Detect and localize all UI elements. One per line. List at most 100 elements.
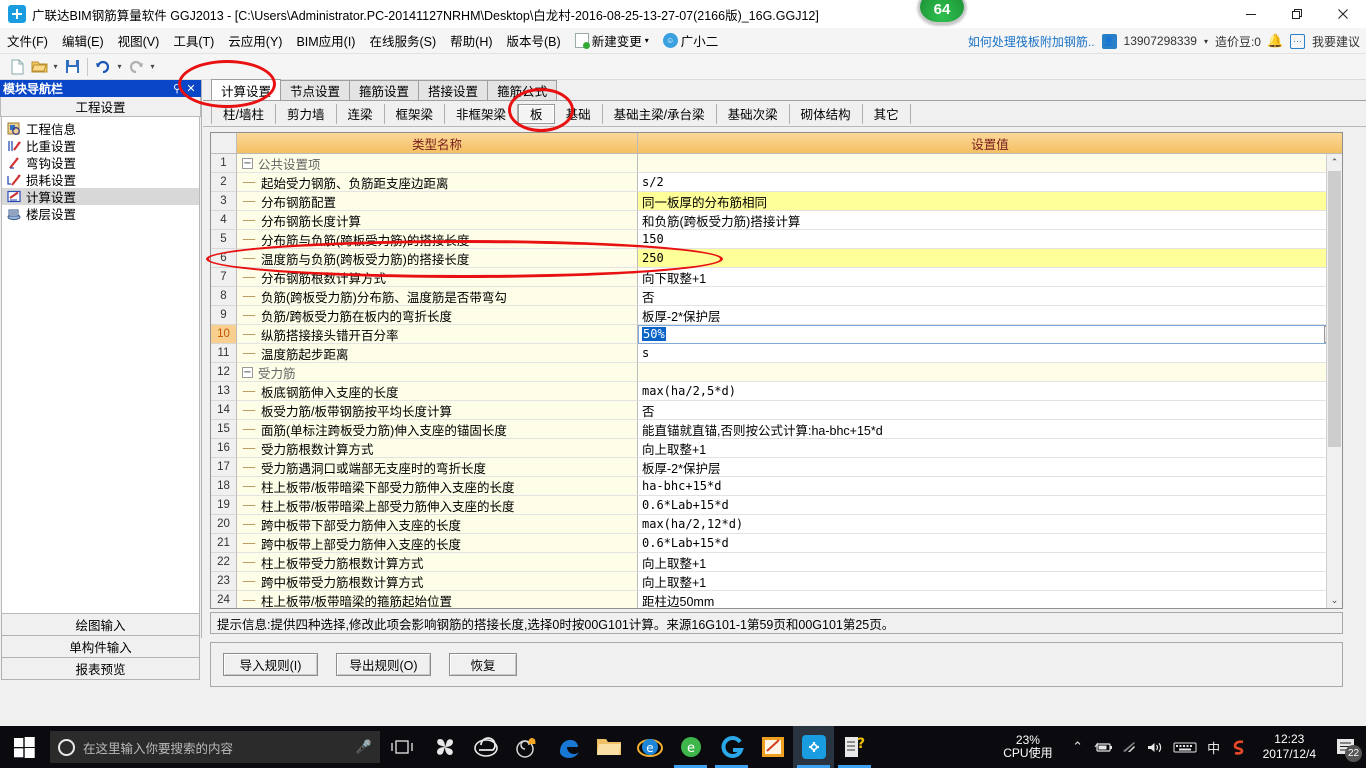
- restore-button[interactable]: 恢复: [449, 653, 517, 676]
- microphone-icon[interactable]: 🎤: [356, 739, 372, 755]
- row-value-cell[interactable]: 和负筋(跨板受力筋)搭接计算: [638, 211, 1342, 230]
- table-row[interactable]: 17 — 受力筋遇洞口或端部无支座时的弯折长度 板厚-2*保护层: [211, 458, 1342, 477]
- import-rules-button[interactable]: 导入规则(I): [223, 653, 318, 676]
- row-type-name-cell[interactable]: — 分布钢筋根数计算方式: [237, 268, 638, 287]
- notification-center-button[interactable]: 22: [1326, 726, 1366, 768]
- row-type-name-cell[interactable]: — 分布钢筋配置: [237, 192, 638, 211]
- scrollbar-thumb[interactable]: [1328, 171, 1341, 447]
- row-value-cell[interactable]: 否: [638, 401, 1342, 420]
- scroll-down-icon[interactable]: ⌄: [1327, 592, 1342, 608]
- save-icon[interactable]: [61, 56, 83, 78]
- table-row[interactable]: 12− 受力筋: [211, 363, 1342, 382]
- scroll-up-icon[interactable]: ⌃: [1327, 154, 1342, 170]
- row-type-name-cell[interactable]: — 跨中板带上部受力筋伸入支座的长度: [237, 534, 638, 553]
- sidebar-item-floor-settings[interactable]: 楼层设置: [2, 205, 199, 222]
- taskbar-app-help-doc-icon[interactable]: ?: [834, 726, 875, 768]
- table-row[interactable]: 22 — 柱上板带受力筋根数计算方式 向上取整+1: [211, 553, 1342, 572]
- row-type-name-cell[interactable]: − 受力筋: [237, 363, 638, 382]
- suggestion-bubble-icon[interactable]: ···: [1289, 33, 1305, 49]
- row-value-cell[interactable]: 板厚-2*保护层: [638, 458, 1342, 477]
- row-value-cell[interactable]: 向上取整+1: [638, 572, 1342, 591]
- row-type-name-cell[interactable]: − 公共设置项: [237, 154, 638, 173]
- menu-item-edit[interactable]: 编辑(E): [55, 28, 111, 53]
- row-type-name-cell[interactable]: — 跨中板带下部受力筋伸入支座的长度: [237, 515, 638, 534]
- row-value-editor[interactable]: 50%⌄: [638, 325, 1342, 344]
- row-value-cell[interactable]: 否: [638, 287, 1342, 306]
- table-row[interactable]: 4 — 分布钢筋长度计算 和负筋(跨板受力筋)搭接计算: [211, 211, 1342, 230]
- account-chevron-down-icon[interactable]: ▾: [1204, 37, 1208, 46]
- export-rules-button[interactable]: 导出规则(O): [336, 653, 431, 676]
- bell-icon[interactable]: 🔔: [1267, 33, 1283, 49]
- table-row[interactable]: 13 — 板底钢筋伸入支座的长度 max(ha/2,5*d): [211, 382, 1342, 401]
- row-type-name-cell[interactable]: — 柱上板带/板带暗梁下部受力筋伸入支座的长度: [237, 477, 638, 496]
- row-type-name-cell[interactable]: — 板底钢筋伸入支座的长度: [237, 382, 638, 401]
- table-row[interactable]: 2 — 起始受力钢筋、负筋距支座边距离 s/2: [211, 173, 1342, 192]
- table-row[interactable]: 1− 公共设置项: [211, 154, 1342, 173]
- table-row[interactable]: 11 — 温度筋起步距离 s: [211, 344, 1342, 363]
- row-value-cell[interactable]: ha-bhc+15*d: [638, 477, 1342, 496]
- table-row[interactable]: 14 — 板受力筋/板带钢筋按平均长度计算 否: [211, 401, 1342, 420]
- tree-collapse-icon[interactable]: −: [242, 157, 253, 169]
- row-type-name-cell[interactable]: — 柱上板带受力筋根数计算方式: [237, 553, 638, 572]
- taskbar-app-360-browser-icon[interactable]: e: [670, 726, 711, 768]
- row-value-cell[interactable]: 150: [638, 230, 1342, 249]
- sidebar-item-loss-settings[interactable]: 损耗设置: [2, 171, 199, 188]
- row-type-name-cell[interactable]: — 分布筋与负筋(跨板受力筋)的搭接长度: [237, 230, 638, 249]
- sidebar-item-calc-settings[interactable]: 计算设置: [2, 188, 199, 205]
- tab-foundation-main-beam[interactable]: 基础主梁/承台梁: [603, 103, 717, 124]
- assistant-button[interactable]: ☺ 广小二: [656, 28, 726, 53]
- clock[interactable]: 12:23 2017/12/4: [1253, 732, 1326, 762]
- tab-stirrup-settings[interactable]: 箍筋设置: [349, 80, 420, 100]
- ime-mode-indicator[interactable]: 中: [1201, 726, 1227, 768]
- sidebar-item-weight-settings[interactable]: 比重设置: [2, 137, 199, 154]
- table-row[interactable]: 19 — 柱上板带/板带暗梁上部受力筋伸入支座的长度 0.6*Lab+15*d: [211, 496, 1342, 515]
- table-row[interactable]: 24 — 柱上板带/板带暗梁的箍筋起始位置 距柱边50mm: [211, 591, 1342, 608]
- open-chevron-down-icon[interactable]: ▾: [50, 62, 61, 71]
- search-input[interactable]: 在这里输入你要搜索的内容 🎤: [50, 731, 380, 763]
- taskbar-app-explorer-icon[interactable]: [588, 726, 629, 768]
- row-type-name-cell[interactable]: — 温度筋与负筋(跨板受力筋)的搭接长度: [237, 249, 638, 268]
- nav-button-report-preview[interactable]: 报表预览: [1, 658, 200, 680]
- tab-calc-settings[interactable]: 计算设置: [211, 79, 282, 100]
- taskbar-app-spiral-bell-icon[interactable]: [506, 726, 547, 768]
- row-value-cell[interactable]: 向下取整+1: [638, 268, 1342, 287]
- row-value-cell[interactable]: 同一板厚的分布筋相同: [638, 192, 1342, 211]
- row-type-name-cell[interactable]: — 柱上板带/板带暗梁上部受力筋伸入支座的长度: [237, 496, 638, 515]
- close-button[interactable]: [1320, 0, 1366, 28]
- taskbar-app-glodon-ggj-icon[interactable]: [793, 726, 834, 768]
- tray-expand-chevron-up-icon[interactable]: ⌃: [1065, 726, 1091, 768]
- pin-icon[interactable]: ⚲: [170, 82, 184, 95]
- table-row[interactable]: 10 — 纵筋搭接接头错开百分率 50%⌄: [211, 325, 1342, 344]
- taskbar-app-internet-explorer-icon[interactable]: e: [629, 726, 670, 768]
- sogou-input-icon[interactable]: [1227, 726, 1253, 768]
- taskbar-app-edge-icon[interactable]: [547, 726, 588, 768]
- table-row[interactable]: 9 — 负筋/跨板受力筋在板内的弯折长度 板厚-2*保护层: [211, 306, 1342, 325]
- row-value-cell[interactable]: 0.6*Lab+15*d: [638, 496, 1342, 515]
- open-file-icon[interactable]: [28, 56, 50, 78]
- row-type-name-cell[interactable]: — 板受力筋/板带钢筋按平均长度计算: [237, 401, 638, 420]
- tab-coupling-beam[interactable]: 连梁: [337, 103, 385, 124]
- tab-other[interactable]: 其它: [863, 103, 911, 124]
- row-type-name-cell[interactable]: — 柱上板带/板带暗梁的箍筋起始位置: [237, 591, 638, 608]
- taskbar-app-notes-icon[interactable]: [752, 726, 793, 768]
- row-type-name-cell[interactable]: — 受力筋遇洞口或端部无支座时的弯折长度: [237, 458, 638, 477]
- grid-vertical-scrollbar[interactable]: ⌃ ⌄: [1326, 154, 1342, 608]
- taskbar-app-ie-outline-icon[interactable]: [465, 726, 506, 768]
- menu-item-bim[interactable]: BIM应用(I): [289, 28, 362, 53]
- row-type-name-cell[interactable]: — 温度筋起步距离: [237, 344, 638, 363]
- row-type-name-cell[interactable]: — 负筋/跨板受力筋在板内的弯折长度: [237, 306, 638, 325]
- tree-collapse-icon[interactable]: −: [242, 366, 253, 378]
- table-row[interactable]: 7 — 分布钢筋根数计算方式 向下取整+1: [211, 268, 1342, 287]
- table-row[interactable]: 8 — 负筋(跨板受力筋)分布筋、温度筋是否带弯勾 否: [211, 287, 1342, 306]
- row-type-name-cell[interactable]: — 纵筋搭接接头错开百分率: [237, 325, 638, 344]
- wifi-icon[interactable]: [1117, 726, 1143, 768]
- row-value-cell[interactable]: max(ha/2,5*d): [638, 382, 1342, 401]
- row-type-name-cell[interactable]: — 分布钢筋长度计算: [237, 211, 638, 230]
- account-phone[interactable]: 13907298339: [1124, 34, 1197, 48]
- row-value-cell[interactable]: [638, 363, 1342, 382]
- tab-column-wall-column[interactable]: 柱/墙柱: [211, 103, 276, 124]
- tab-lap-settings[interactable]: 搭接设置: [418, 80, 489, 100]
- row-type-name-cell[interactable]: — 面筋(单标注跨板受力筋)伸入支座的锚固长度: [237, 420, 638, 439]
- menu-item-help[interactable]: 帮助(H): [443, 28, 499, 53]
- redo-icon[interactable]: [125, 56, 147, 78]
